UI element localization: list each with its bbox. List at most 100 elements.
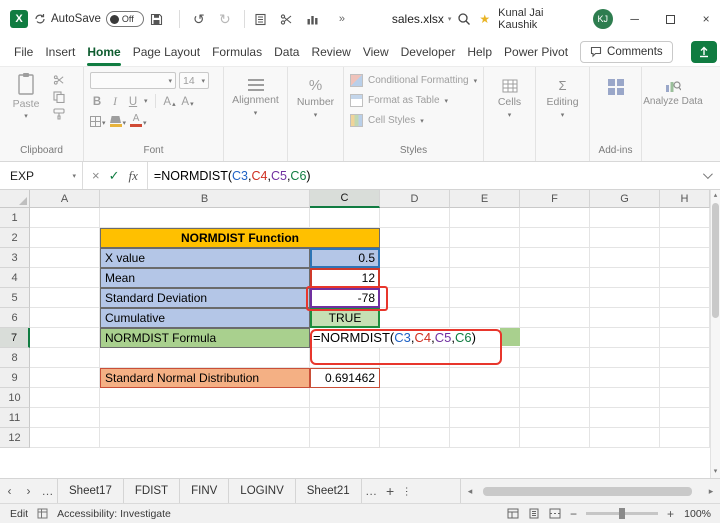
row-header-11[interactable]: 11	[0, 408, 30, 428]
cell-b7-label[interactable]: NORMDIST Formula	[100, 328, 310, 348]
cell[interactable]	[660, 308, 710, 328]
row-header-12[interactable]: 12	[0, 428, 30, 448]
font-color-button[interactable]: A ▾	[130, 112, 147, 127]
minimize-button[interactable]: ─	[621, 0, 649, 38]
cell[interactable]	[310, 428, 380, 448]
formula-input[interactable]: =NORMDIST(C3,C4,C5,C6)	[148, 169, 311, 183]
user-name[interactable]: Kunal Jai Kaushik	[498, 7, 585, 31]
maximize-button[interactable]	[656, 0, 684, 38]
cell[interactable]	[590, 288, 660, 308]
sheet-tab-fdist[interactable]: FDIST	[124, 479, 181, 503]
avatar[interactable]: KJ	[592, 9, 613, 29]
cell[interactable]	[450, 308, 520, 328]
vertical-scrollbar[interactable]: ▴ ▾	[710, 190, 720, 478]
cell[interactable]	[310, 208, 380, 228]
excel-logo-icon[interactable]: X	[10, 10, 28, 28]
cell-b3-label[interactable]: X value	[100, 248, 310, 268]
cell[interactable]	[30, 428, 100, 448]
addins-button[interactable]	[596, 72, 635, 145]
alignment-group[interactable]: Alignment ▾	[224, 67, 288, 161]
cell[interactable]	[450, 268, 520, 288]
redo-icon[interactable]: ↻	[215, 11, 235, 28]
row-header-9[interactable]: 9	[0, 368, 30, 388]
sheet-tab-sheet21[interactable]: Sheet21	[296, 479, 362, 503]
select-all-corner[interactable]	[0, 190, 30, 208]
zoom-out-button[interactable]: −	[570, 507, 577, 521]
tab-data[interactable]: Data	[274, 38, 299, 66]
column-header-f[interactable]: F	[520, 190, 590, 208]
cell-title[interactable]: NORMDIST Function	[100, 228, 380, 248]
clipboard-group-label[interactable]: Clipboard	[6, 145, 77, 159]
new-sheet-button[interactable]: +	[381, 483, 400, 499]
macro-record-icon[interactable]	[37, 508, 48, 519]
search-icon[interactable]	[457, 12, 471, 26]
cell[interactable]	[450, 228, 520, 248]
format-as-table-button[interactable]: Format as Table ▾	[350, 92, 477, 109]
page-break-view-icon[interactable]	[549, 508, 561, 519]
comments-button[interactable]: Comments	[580, 41, 673, 63]
row-header-10[interactable]: 10	[0, 388, 30, 408]
cell[interactable]	[380, 288, 450, 308]
normal-view-icon[interactable]	[507, 508, 519, 519]
increase-font-size-button[interactable]: A ▴	[163, 93, 177, 108]
cell[interactable]	[100, 388, 310, 408]
editing-group[interactable]: Σ Editing ▾	[536, 67, 590, 161]
alignment-group-button[interactable]: Alignment ▾	[230, 72, 281, 159]
insert-function-icon[interactable]: fx	[129, 168, 138, 184]
format-painter-icon[interactable]	[53, 108, 65, 120]
cells-group-button[interactable]: Cells ▾	[490, 72, 529, 159]
fill-color-button[interactable]: ▾	[109, 112, 126, 127]
cell[interactable]	[380, 268, 450, 288]
italic-button[interactable]: I	[108, 93, 122, 108]
cell[interactable]	[590, 388, 660, 408]
column-header-g[interactable]: G	[590, 190, 660, 208]
tab-page-layout[interactable]: Page Layout	[133, 38, 200, 66]
cell-b5-label[interactable]: Standard Deviation	[100, 288, 310, 308]
cell[interactable]	[520, 368, 590, 388]
cell[interactable]	[30, 208, 100, 228]
cell[interactable]	[30, 248, 100, 268]
cell[interactable]	[520, 288, 590, 308]
cell[interactable]	[520, 388, 590, 408]
cell[interactable]	[590, 328, 660, 348]
autosave-control[interactable]: AutoSave Off	[34, 11, 144, 27]
cell[interactable]	[590, 228, 660, 248]
zoom-level[interactable]: 100%	[683, 508, 711, 520]
save-icon[interactable]	[150, 13, 170, 26]
row-header-6[interactable]: 6	[0, 308, 30, 328]
cell[interactable]	[520, 248, 590, 268]
column-header-c[interactable]: C	[310, 190, 380, 208]
cell[interactable]	[450, 428, 520, 448]
zoom-slider[interactable]	[585, 508, 658, 519]
scroll-right-icon[interactable]: ▸	[704, 486, 718, 497]
cell[interactable]	[660, 328, 710, 348]
column-header-e[interactable]: E	[450, 190, 520, 208]
cell-styles-button[interactable]: Cell Styles ▾	[350, 112, 477, 129]
cell[interactable]	[380, 388, 450, 408]
cell-c9-result[interactable]: 0.691462	[310, 368, 380, 388]
copy-icon[interactable]	[53, 91, 65, 103]
tab-view[interactable]: View	[363, 38, 389, 66]
font-group-label[interactable]: Font	[90, 145, 217, 159]
cell[interactable]	[310, 388, 380, 408]
cell[interactable]	[590, 428, 660, 448]
cell[interactable]	[590, 348, 660, 368]
accessibility-status[interactable]: Accessibility: Investigate	[57, 508, 171, 520]
cell[interactable]	[100, 428, 310, 448]
cell-b6-label[interactable]: Cumulative	[100, 308, 310, 328]
cell[interactable]	[520, 408, 590, 428]
scroll-left-icon[interactable]: ◂	[463, 486, 477, 497]
horizontal-scrollbar[interactable]: ◂ ▸	[460, 479, 720, 503]
autosave-toggle[interactable]: Off	[105, 11, 144, 27]
zoom-in-button[interactable]: +	[667, 507, 674, 521]
cell[interactable]	[660, 368, 710, 388]
cell[interactable]	[660, 228, 710, 248]
row-header-5[interactable]: 5	[0, 288, 30, 308]
row-header-4[interactable]: 4	[0, 268, 30, 288]
borders-button[interactable]: ▾	[90, 112, 106, 127]
name-box[interactable]: EXP ▾	[0, 162, 82, 189]
cell[interactable]	[660, 288, 710, 308]
horizontal-scroll-thumb[interactable]	[483, 486, 692, 496]
share-button[interactable]	[690, 41, 717, 63]
font-size-select[interactable]: 14 ▾	[179, 72, 209, 89]
